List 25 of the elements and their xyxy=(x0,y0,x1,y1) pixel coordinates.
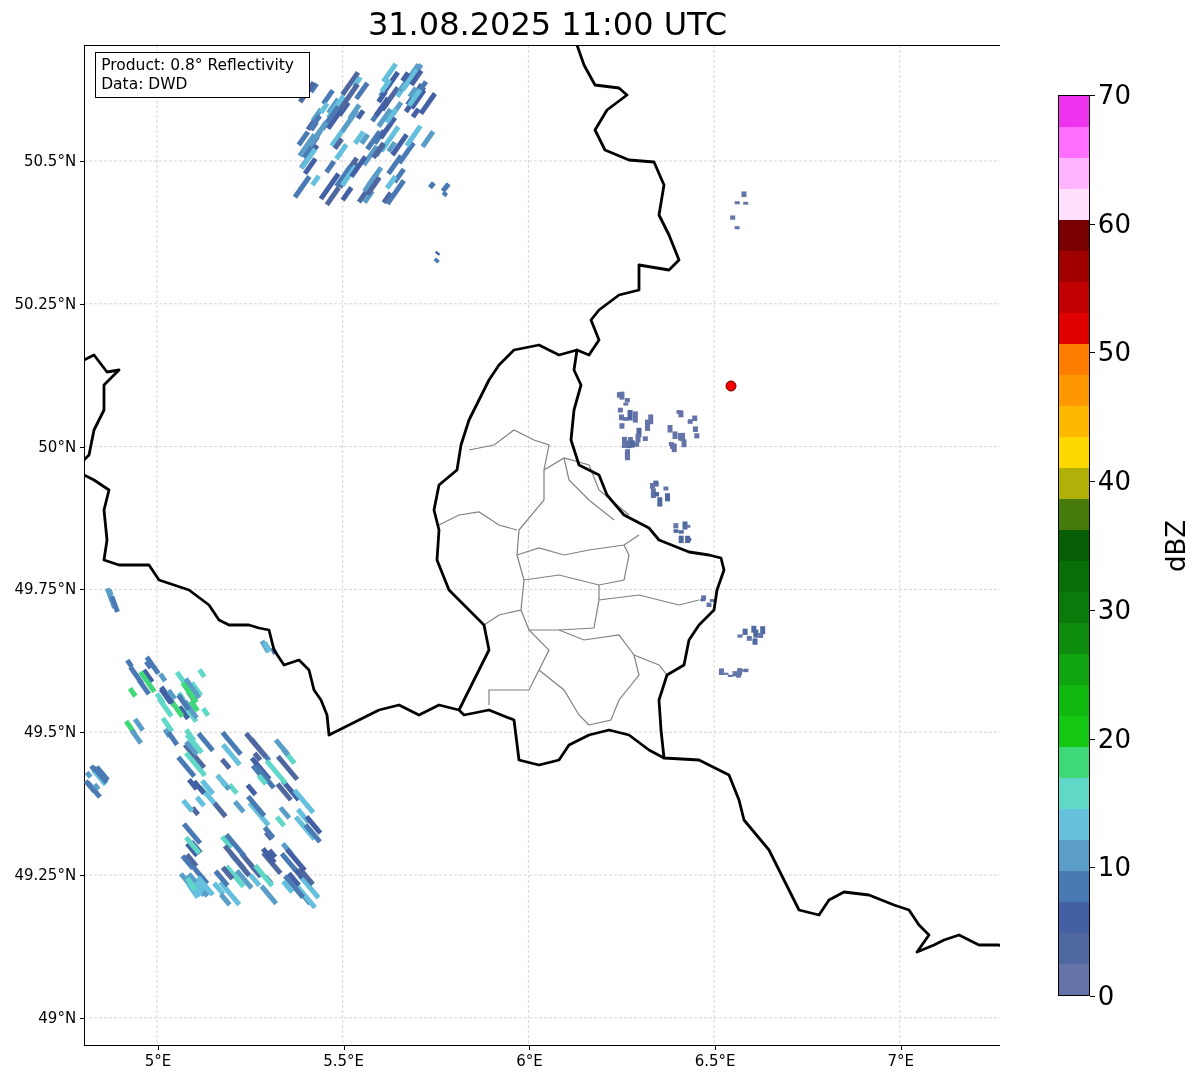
colorbar-tick-label: 60 xyxy=(1097,208,1131,239)
info-text: Product: 0.8° Reflectivity xyxy=(101,56,295,75)
longitude-label: 6°E xyxy=(516,1052,543,1070)
map-title: 31.08.2025 11:00 UTC xyxy=(367,4,728,45)
radar-site-marker xyxy=(725,380,737,392)
latitude-label: 50.5°N xyxy=(24,152,77,170)
colorbar-tick-label: 30 xyxy=(1097,594,1131,625)
latitude-label: 50.25°N xyxy=(14,294,77,313)
colorbar-label: dBZ xyxy=(1160,519,1191,572)
info-text: Data: DWD xyxy=(101,75,189,94)
latitude-label: 49°N xyxy=(38,1008,77,1027)
colorbar-tick-label: 50 xyxy=(1097,337,1131,368)
latitude-label: 49.5°N xyxy=(24,723,77,742)
colorbar-tick-label: 10 xyxy=(1097,852,1131,883)
latitude-label: 49.75°N xyxy=(14,580,77,599)
colorbar-tick-label: 70 xyxy=(1097,80,1131,110)
colorbar-tick-label: 20 xyxy=(1097,723,1131,754)
colorbar-tick-label: 0 xyxy=(1097,981,1115,1011)
longitude-label: 7°E xyxy=(887,1052,915,1070)
latitude-label: 50°N xyxy=(38,437,77,456)
longitude-label: 5.5°E xyxy=(323,1052,365,1070)
longitude-label: 5°E xyxy=(144,1052,172,1070)
latitude-label: 49.25°N xyxy=(14,866,77,884)
longitude-label: 6.5°E xyxy=(694,1052,736,1070)
colorbar-tick-label: 40 xyxy=(1097,466,1131,497)
